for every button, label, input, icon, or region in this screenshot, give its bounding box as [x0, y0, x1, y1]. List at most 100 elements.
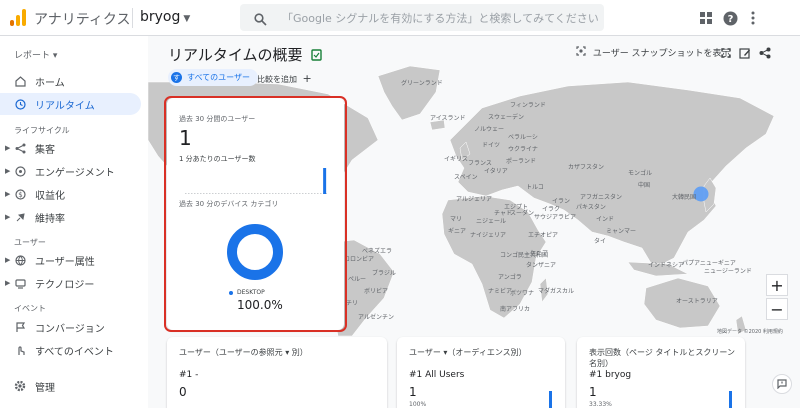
sidebar-item-demographics[interactable]: ▶ ユーザー属性 [0, 249, 141, 271]
card-header[interactable]: ユーザー ▾（オーディエンス別） [409, 347, 527, 358]
more-vert-icon[interactable] [745, 10, 761, 26]
sidebar-item-label: ユーザー属性 [35, 256, 95, 268]
share-icon[interactable] [757, 45, 773, 61]
card-views-by-page: 表示回数（ページ タイトルとスクリーン名別） #1 bryog 1 33.33% [577, 337, 745, 408]
map-label: ナミビア [488, 288, 513, 295]
card-percent: 100% [409, 401, 427, 408]
feedback-button[interactable] [772, 374, 792, 394]
flag-icon [14, 321, 26, 333]
search-bar[interactable]: 「Google シグナルを有効にする方法」と検索してみてください [240, 4, 604, 31]
expand-arrow-icon: ▶ [5, 144, 11, 152]
expand-arrow-icon: ▶ [5, 256, 11, 264]
map-label: ボツワナ [510, 290, 535, 297]
map-label: ニュージーランド [704, 268, 752, 275]
map-label: アンゴラ [498, 274, 522, 281]
app-title: アナリティクス [34, 12, 131, 28]
sidebar-item-admin[interactable]: 管理 [0, 375, 141, 397]
map-label: アイスランド [430, 115, 466, 122]
card-bar [729, 391, 732, 408]
sidebar-item-engagement[interactable]: ▶ エンゲージメント [0, 160, 141, 182]
card-header[interactable]: ユーザー（ユーザーの参照元 ▾ 別） [179, 347, 308, 358]
section-user: ユーザー [14, 238, 46, 247]
sidebar-item-conversions[interactable]: コンバージョン [0, 316, 141, 338]
zoom-in-button[interactable]: + [766, 274, 788, 296]
card-users-by-source: ユーザー（ユーザーの参照元 ▾ 別） #1 - 0 [167, 337, 387, 408]
sidebar-item-all-events[interactable]: すべてのイベント [0, 339, 141, 361]
map-label: アルゼンチン [358, 314, 394, 321]
fullscreen-icon[interactable] [718, 45, 734, 61]
expand-arrow-icon: ▶ [5, 190, 11, 198]
add-comparison-button[interactable]: 比較を追加 + [257, 72, 312, 85]
map-label: ギニア [448, 228, 467, 235]
map-label: ペルー [348, 276, 367, 283]
map-label: オーストラリア [676, 298, 718, 305]
engagement-icon [14, 165, 26, 177]
chip-label: すべてのユーザー [187, 73, 250, 82]
sidebar-item-acquisition[interactable]: ▶ 集客 [0, 137, 141, 159]
sidebar-item-label: ホーム [35, 77, 65, 89]
globe-icon [14, 254, 26, 266]
map-label: トルコ [526, 184, 544, 191]
map-label: スーダン [510, 210, 535, 217]
search-input[interactable]: 「Google シグナルを有効にする方法」と検索してみてください [282, 10, 599, 26]
acquisition-icon [14, 142, 26, 154]
audience-chip[interactable]: す すべてのユーザー [168, 69, 258, 86]
export-sheet-icon[interactable] [311, 47, 323, 65]
edit-icon[interactable] [737, 45, 753, 61]
sidebar-item-technology[interactable]: ▶ テクノロジー [0, 272, 141, 294]
sidebar-item-retention[interactable]: ▶ 維持率 [0, 206, 141, 228]
report-dropdown[interactable]: レポート ▾ [14, 48, 57, 61]
clock-icon [14, 98, 26, 110]
sidebar-item-label: すべてのイベント [35, 346, 114, 358]
card-bar [549, 391, 552, 408]
map-label: タイ [594, 238, 607, 245]
sidebar-item-monetization[interactable]: ▶ $ 収益化 [0, 183, 141, 205]
map-label: 大韓民国 [672, 194, 697, 201]
sidebar-item-realtime[interactable]: リアルタイム [0, 93, 141, 115]
map-label: スウェーデン [488, 114, 525, 121]
map-label: スペイン [454, 174, 478, 181]
sidebar-item-label: 集客 [35, 144, 55, 156]
card-value: 1 [589, 385, 597, 399]
divider [132, 8, 133, 28]
zoom-out-button[interactable]: − [766, 298, 788, 320]
snapshot-icon [576, 46, 589, 59]
map-label: インド [596, 216, 615, 223]
map-label: イラク [542, 206, 561, 213]
chip-avatar: す [171, 72, 182, 83]
map-attribution[interactable]: 地図データ ©2020 利用規約 [717, 328, 783, 335]
devices-icon [14, 277, 26, 289]
apps-grid-icon[interactable] [698, 10, 714, 26]
map-label: パキスタン [576, 204, 606, 211]
gear-icon [14, 380, 26, 392]
map-label: ドイツ [482, 142, 501, 149]
expand-arrow-icon: ▶ [5, 279, 11, 287]
card-value: 0 [179, 385, 187, 399]
sidebar-item-label: リアルタイム [35, 100, 95, 112]
plus-icon: + [302, 72, 312, 85]
highlight-box [164, 96, 347, 332]
map-label: ブラジル [372, 270, 396, 277]
user-snapshot-button[interactable]: ユーザー スナップショットを表示 [576, 46, 731, 59]
sidebar-item-label: 管理 [35, 382, 55, 394]
expand-arrow-icon: ▶ [5, 167, 11, 175]
map-label: マリ [450, 216, 463, 223]
map-label: タンザニア [526, 262, 557, 269]
map-label: フィンランド [510, 102, 546, 109]
map-label: モンゴル [628, 170, 653, 177]
map-label: 南アフリカ [500, 306, 531, 313]
map-label: エチオピア [528, 232, 559, 239]
property-selector[interactable]: bryog ▼ [140, 9, 190, 25]
map-label: ニジェール [476, 218, 507, 225]
card-value: 1 [409, 385, 417, 399]
svg-text:?: ? [727, 14, 733, 25]
analytics-logo-icon[interactable] [10, 8, 26, 26]
map-label: イギリス [444, 156, 469, 163]
sidebar-item-home[interactable]: ホーム [0, 70, 141, 92]
map-label: ウクライナ [508, 146, 538, 153]
help-icon[interactable]: ? [722, 10, 738, 26]
card-header[interactable]: 表示回数（ページ タイトルとスクリーン名別） [589, 347, 739, 369]
map-label: チリ [346, 300, 359, 307]
map-label: コンゴ民主共和国 [500, 252, 549, 259]
expand-arrow-icon: ▶ [5, 213, 11, 221]
